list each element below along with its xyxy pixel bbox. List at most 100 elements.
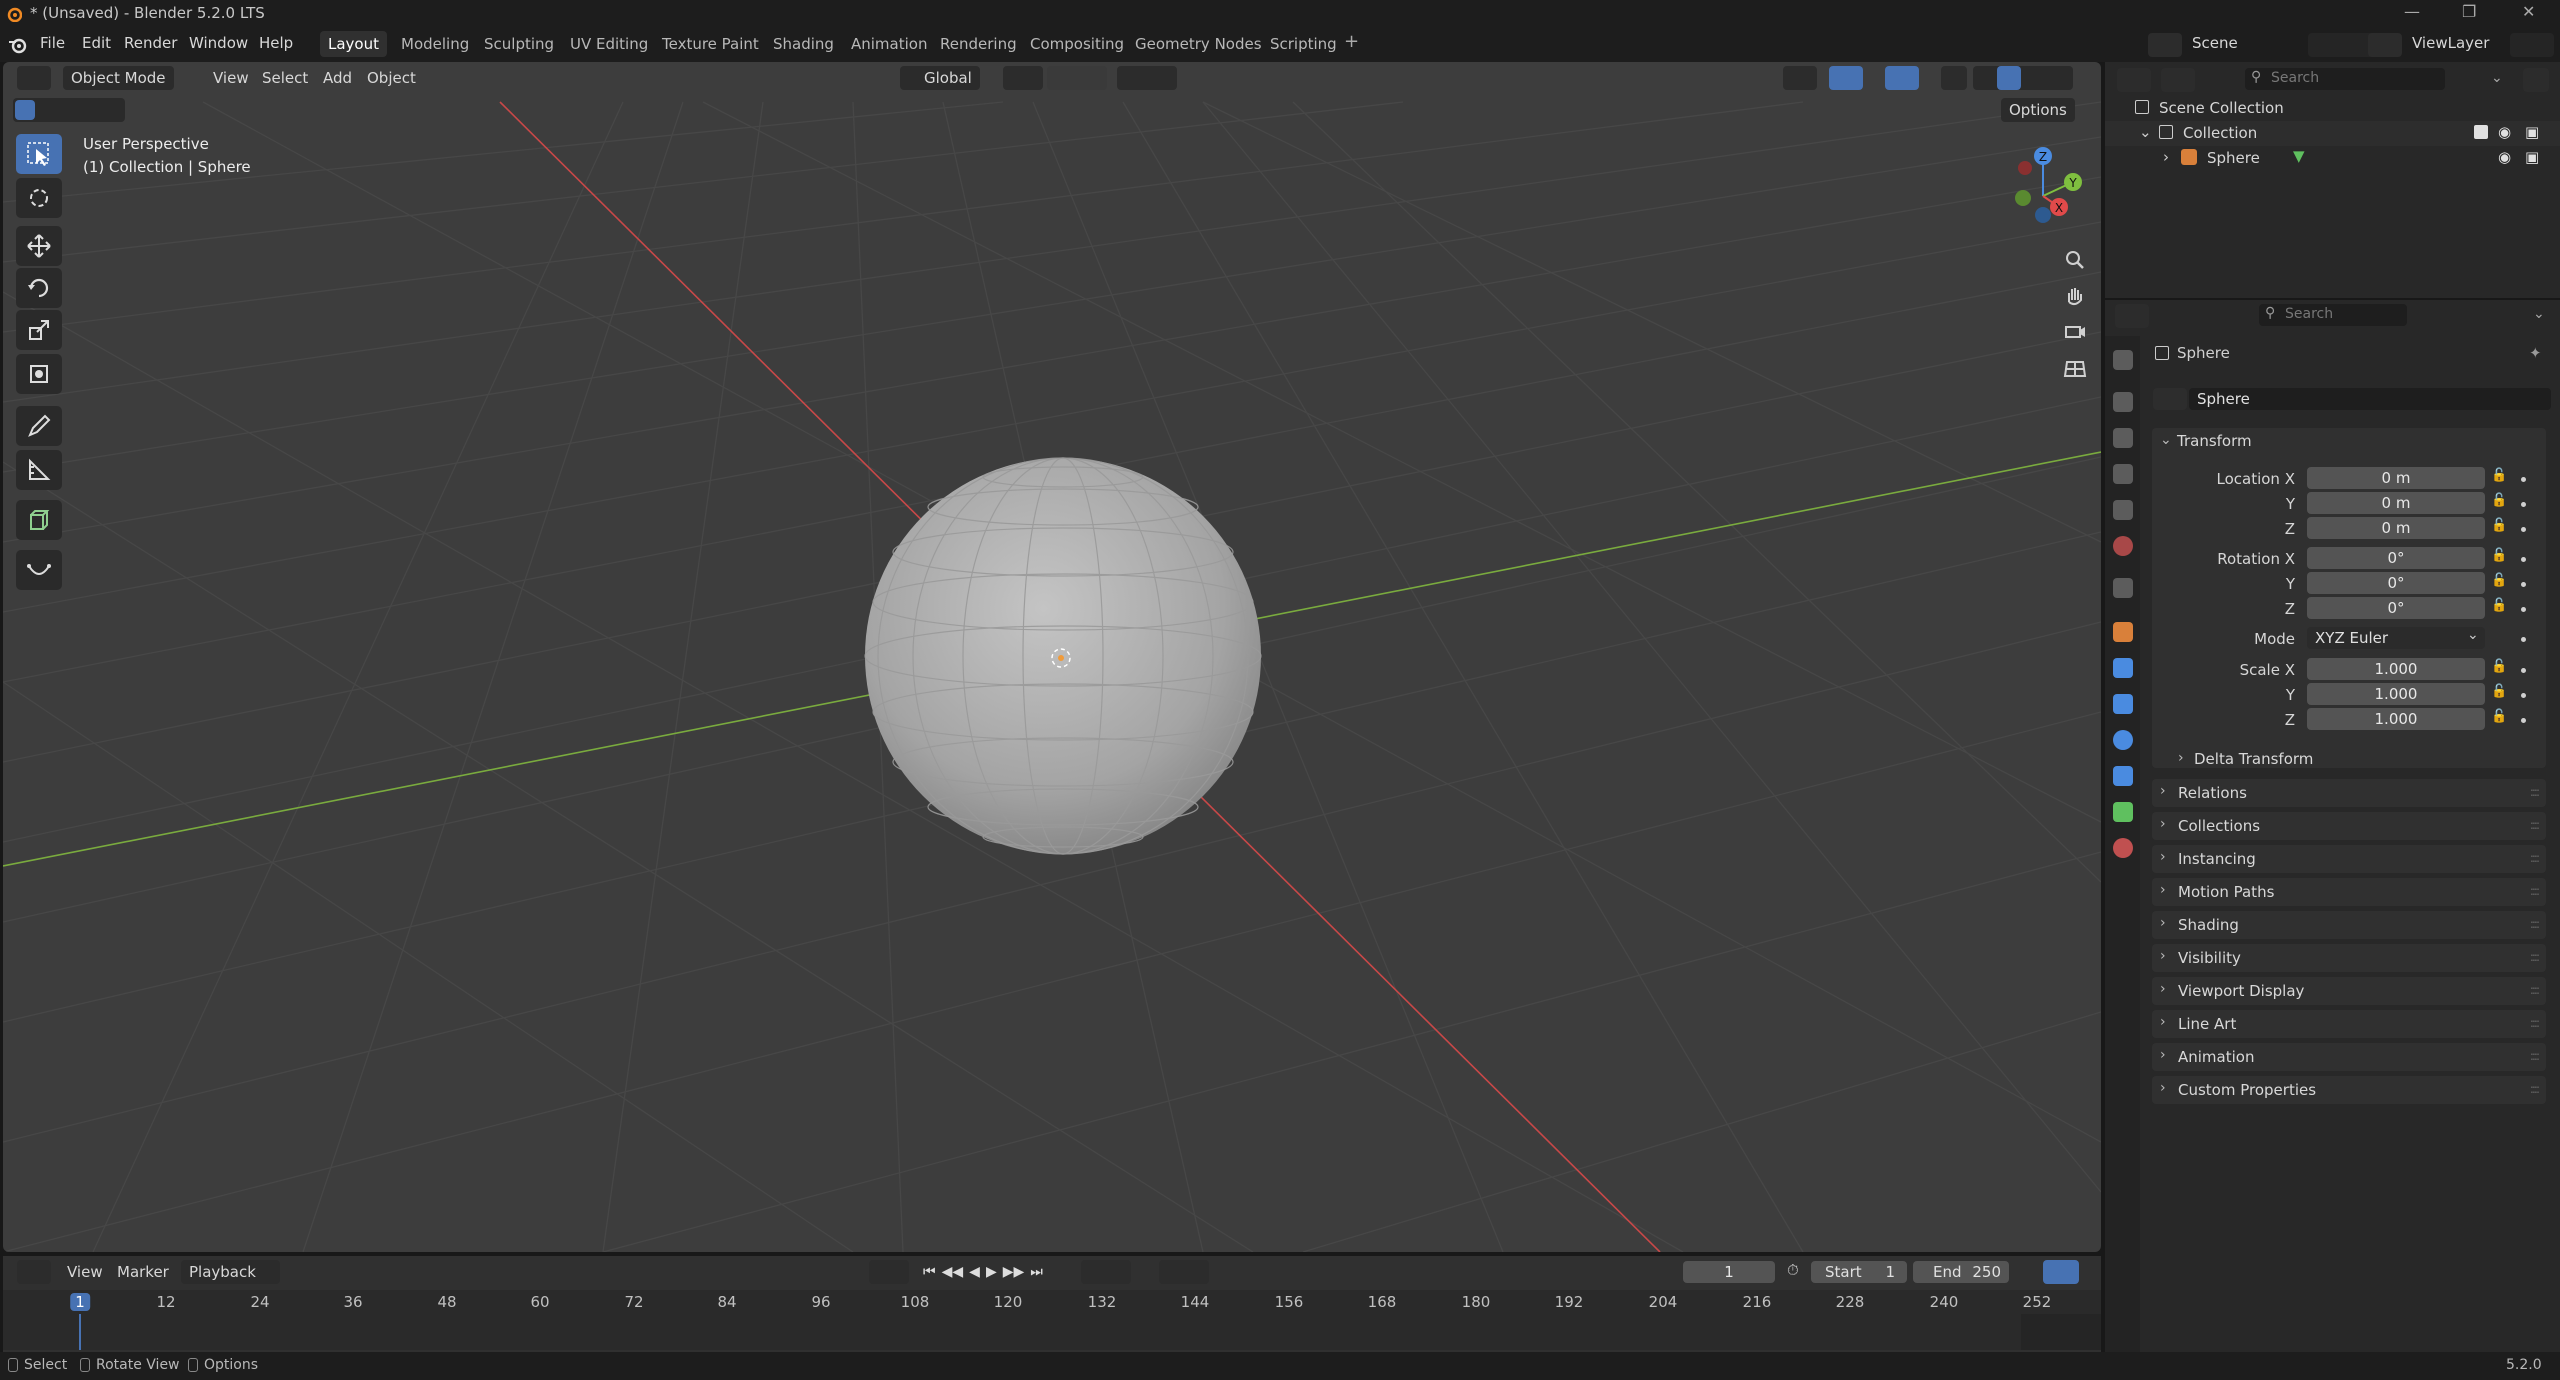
rotate-tool[interactable]: [16, 268, 62, 308]
menu-help[interactable]: Help: [259, 34, 293, 52]
delta-transform-subpanel[interactable]: › Delta Transform: [2170, 746, 2540, 774]
3d-viewport[interactable]: User Perspective (1) Collection | Sphere…: [3, 62, 2101, 1252]
lock-icon[interactable]: 🔓: [2491, 468, 2507, 483]
menu-window[interactable]: Window: [189, 34, 248, 52]
outliner-display-mode-icon[interactable]: [2161, 68, 2195, 92]
outliner-row-sphere[interactable]: › Sphere ▼ ◉ ▣: [2105, 146, 2560, 171]
scale-z-field[interactable]: 1.000: [2307, 708, 2485, 730]
select-box-tool[interactable]: [16, 134, 62, 174]
move-tool[interactable]: [16, 226, 62, 266]
tab-rendering[interactable]: Rendering: [932, 31, 1025, 57]
timeline-menu-view[interactable]: View: [67, 1260, 103, 1284]
collections-panel[interactable]: › Collections::::: [2152, 812, 2546, 840]
viewport-menu-select[interactable]: Select: [262, 66, 308, 90]
lock-icon[interactable]: 🔓: [2491, 518, 2507, 533]
add-workspace-icon[interactable]: +: [1344, 31, 1359, 52]
pin-icon[interactable]: ✦: [2529, 344, 2542, 362]
maximize-icon[interactable]: ❐: [2462, 2, 2476, 21]
curve-tool[interactable]: [16, 550, 62, 590]
keyframe-dot-icon[interactable]: [2521, 718, 2526, 723]
menu-edit[interactable]: Edit: [82, 34, 111, 52]
lock-icon[interactable]: 🔓: [2491, 573, 2507, 588]
tab-layout[interactable]: Layout: [320, 31, 387, 57]
drag-handle-icon[interactable]: ::::: [2530, 818, 2540, 832]
annotate-tool[interactable]: [16, 406, 62, 446]
editor-type-icon[interactable]: [17, 66, 51, 90]
current-frame-field[interactable]: 1: [1683, 1261, 1775, 1283]
properties-editor-icon[interactable]: [2115, 304, 2149, 328]
keyframe-dot-icon[interactable]: [2521, 693, 2526, 698]
animation-panel[interactable]: › Animation::::: [2152, 1043, 2546, 1071]
outliner-row-scene-collection[interactable]: Scene Collection: [2105, 96, 2560, 121]
end-frame-field[interactable]: End 250: [1913, 1261, 2009, 1283]
visibility-icon[interactable]: [1783, 66, 1817, 90]
camera-icon[interactable]: ▣: [2525, 148, 2539, 166]
menu-file[interactable]: File: [40, 34, 65, 52]
tab-shading[interactable]: Shading: [765, 31, 842, 57]
drag-handle-icon[interactable]: ::::: [2530, 851, 2540, 865]
constraints-tab-icon[interactable]: [2113, 766, 2133, 786]
tab-scripting[interactable]: Scripting: [1262, 31, 1345, 57]
next-keyframe-icon[interactable]: ▶▶: [1003, 1264, 1025, 1280]
world-tab-icon[interactable]: [2113, 536, 2133, 556]
chevron-right-icon[interactable]: ›: [2163, 148, 2169, 166]
select-new-icon[interactable]: [15, 100, 35, 120]
rotation-x-field[interactable]: 0°: [2307, 547, 2485, 569]
custom-properties-panel[interactable]: › Custom Properties::::: [2152, 1076, 2546, 1104]
view-layer-name[interactable]: ViewLayer: [2412, 34, 2489, 52]
keyframe-dot-icon[interactable]: [2521, 557, 2526, 562]
lock-icon[interactable]: 🔓: [2491, 548, 2507, 563]
lock-icon[interactable]: 🔓: [2491, 659, 2507, 674]
current-frame-marker[interactable]: 1: [70, 1293, 90, 1311]
filter-icon[interactable]: ⌄: [2491, 70, 2503, 86]
timeline-filter-icon[interactable]: [2043, 1260, 2079, 1284]
timeline-ruler[interactable]: 1 12 24 36 48 60 72 84 96 108 120 132 14…: [3, 1290, 2101, 1350]
viewport-menu-view[interactable]: View: [213, 66, 249, 90]
lock-icon[interactable]: 🔓: [2491, 598, 2507, 613]
tab-geometry-nodes[interactable]: Geometry Nodes: [1127, 31, 1270, 57]
shading-panel[interactable]: › Shading::::: [2152, 911, 2546, 939]
keyframe-dot-icon[interactable]: [2521, 607, 2526, 612]
outliner-editor-icon[interactable]: [2117, 68, 2151, 92]
viewport-menu-add[interactable]: Add: [323, 66, 352, 90]
transform-tool[interactable]: [16, 354, 62, 394]
chevron-down-icon[interactable]: ⌄: [2139, 123, 2152, 141]
mesh-data-icon[interactable]: ▼: [2293, 147, 2305, 165]
keyframe-dot-icon[interactable]: [2521, 637, 2526, 642]
proportional-editing-icon[interactable]: [1117, 66, 1177, 90]
shading-modes[interactable]: [1973, 66, 2073, 90]
rotation-y-field[interactable]: 0°: [2307, 572, 2485, 594]
drag-handle-icon[interactable]: ::::: [2530, 983, 2540, 997]
motion-paths-panel[interactable]: › Motion Paths::::: [2152, 878, 2546, 906]
output-tab-icon[interactable]: [2113, 428, 2133, 448]
keyframe-dot-icon[interactable]: [2521, 502, 2526, 507]
drag-handle-icon[interactable]: ::::: [2530, 785, 2540, 799]
object-data-type-icon[interactable]: [2153, 388, 2187, 410]
keyframe-dot-icon[interactable]: [2521, 477, 2526, 482]
play-reverse-icon[interactable]: ◀: [969, 1264, 980, 1280]
eye-icon[interactable]: ◉: [2498, 148, 2511, 166]
camera-icon[interactable]: ▣: [2525, 123, 2539, 141]
lock-icon[interactable]: 🔓: [2491, 684, 2507, 699]
relations-panel[interactable]: › Relations::::: [2152, 779, 2546, 807]
chevron-down-icon[interactable]: ⌄: [2533, 306, 2545, 322]
render-tab-icon[interactable]: [2113, 392, 2133, 412]
drag-handle-icon[interactable]: ::::: [2530, 1082, 2540, 1096]
drag-handle-icon[interactable]: ::::: [2530, 884, 2540, 898]
timeline-menu-marker[interactable]: Marker: [117, 1260, 169, 1284]
lock-icon[interactable]: 🔓: [2491, 493, 2507, 508]
instancing-panel[interactable]: › Instancing::::: [2152, 845, 2546, 873]
eye-icon[interactable]: ◉: [2498, 123, 2511, 141]
scale-tool[interactable]: [16, 310, 62, 350]
lock-icon[interactable]: 🔓: [2491, 709, 2507, 724]
rotation-mode-dropdown[interactable]: XYZ Euler ⌄: [2307, 627, 2485, 649]
tool-tab-icon[interactable]: [2113, 350, 2133, 370]
object-tab-icon[interactable]: [2113, 622, 2133, 642]
tab-animation[interactable]: Animation: [843, 31, 935, 57]
drag-handle-icon[interactable]: ::::: [2530, 1049, 2540, 1063]
chevron-down-icon[interactable]: ⌄: [2160, 432, 2172, 448]
start-frame-field[interactable]: Start 1: [1811, 1261, 1907, 1283]
jump-start-icon[interactable]: ⏮: [923, 1264, 936, 1280]
drag-handle-icon[interactable]: ::::: [2530, 917, 2540, 931]
data-tab-icon[interactable]: [2113, 802, 2133, 822]
